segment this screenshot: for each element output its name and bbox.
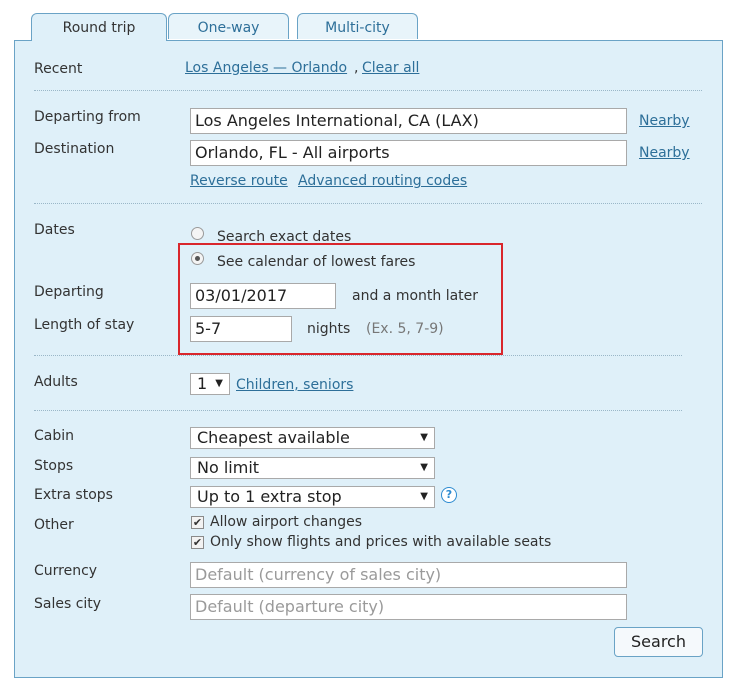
departing-label: Departing <box>34 284 104 300</box>
sales-city-input[interactable]: Default (departure city) <box>190 594 627 620</box>
children-seniors-link[interactable]: Children, seniors <box>236 377 353 393</box>
search-button[interactable]: Search <box>614 627 703 657</box>
available-seats-label: Only show flights and prices with availa… <box>210 534 552 550</box>
advanced-routing-link[interactable]: Advanced routing codes <box>298 173 467 189</box>
destination-label: Destination <box>34 141 115 157</box>
cabin-value: Cheapest available <box>197 428 350 447</box>
extra-stops-value: Up to 1 extra stop <box>197 487 342 506</box>
divider <box>34 410 682 411</box>
dates-label: Dates <box>34 222 75 238</box>
available-seats-checkbox[interactable]: ✔ <box>191 536 204 549</box>
departing-from-label: Departing from <box>34 109 141 125</box>
chevron-down-icon: ▼ <box>420 432 428 443</box>
other-label: Other <box>34 517 74 533</box>
tab-round-trip[interactable]: Round trip <box>31 13 167 41</box>
allow-airport-changes-label: Allow airport changes <box>210 514 363 530</box>
stops-label: Stops <box>34 458 74 474</box>
length-of-stay-label: Length of stay <box>34 317 135 333</box>
currency-input[interactable]: Default (currency of sales city) <box>190 562 627 588</box>
exact-dates-radio[interactable] <box>191 227 204 240</box>
divider <box>34 203 702 204</box>
recent-route-link[interactable]: Los Angeles — Orlando <box>185 60 347 76</box>
destination-input[interactable]: Orlando, FL - All airports <box>190 140 627 166</box>
adults-value: 1 <box>197 374 208 393</box>
extra-stops-label: Extra stops <box>34 487 113 503</box>
highlight-box <box>178 243 503 355</box>
chevron-down-icon: ▼ <box>420 462 428 473</box>
divider <box>34 90 702 91</box>
currency-label: Currency <box>34 563 98 579</box>
chevron-down-icon: ▼ <box>420 491 428 502</box>
recent-comma: , <box>354 60 359 76</box>
adults-label: Adults <box>34 374 78 390</box>
recent-label: Recent <box>34 61 83 77</box>
divider <box>34 355 682 356</box>
cabin-select[interactable]: Cheapest available ▼ <box>190 427 435 449</box>
allow-airport-changes-checkbox[interactable]: ✔ <box>191 516 204 529</box>
nearby-dest-link[interactable]: Nearby <box>639 145 690 161</box>
cabin-label: Cabin <box>34 428 75 444</box>
reverse-route-link[interactable]: Reverse route <box>190 173 288 189</box>
sales-city-label: Sales city <box>34 596 102 612</box>
stops-select[interactable]: No limit ▼ <box>190 457 435 479</box>
nearby-from-link[interactable]: Nearby <box>639 113 690 129</box>
adults-select[interactable]: 1 ▼ <box>190 373 230 395</box>
tab-multi-city[interactable]: Multi-city <box>297 13 418 39</box>
tab-one-way[interactable]: One-way <box>168 13 289 39</box>
departing-from-input[interactable]: Los Angeles International, CA (LAX) <box>190 108 627 134</box>
extra-stops-select[interactable]: Up to 1 extra stop ▼ <box>190 486 435 508</box>
chevron-down-icon: ▼ <box>215 378 223 389</box>
help-icon[interactable]: ? <box>441 487 457 503</box>
stops-value: No limit <box>197 458 260 477</box>
clear-all-link[interactable]: Clear all <box>362 60 419 76</box>
